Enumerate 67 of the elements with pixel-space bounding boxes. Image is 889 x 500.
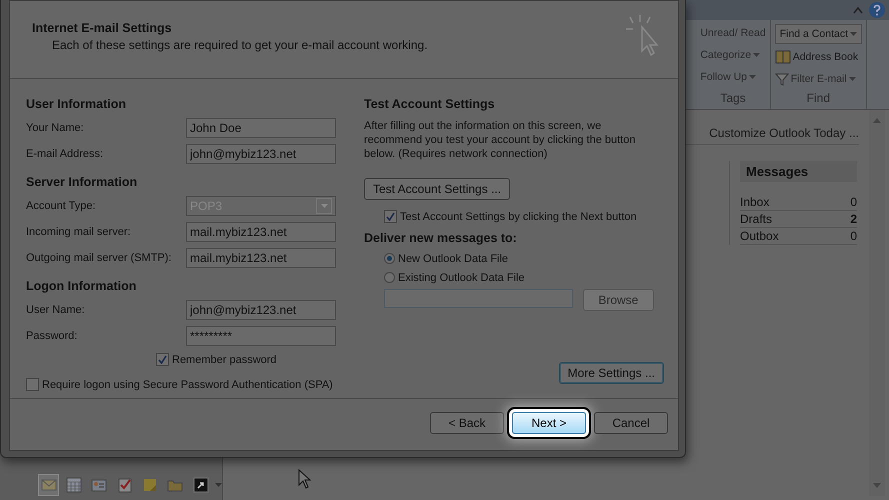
cursor-click-icon: [626, 15, 660, 57]
panel-title: Messages: [740, 161, 857, 182]
dropdown-arrow-icon: [753, 53, 760, 57]
folder-name[interactable]: Drafts: [740, 212, 772, 226]
group-label: Find: [806, 90, 832, 107]
dialog-button[interactable]: Cancel: [594, 412, 668, 434]
input-field[interactable]: John Doe: [186, 118, 336, 138]
checkbox-label[interactable]: Test Account Settings by clicking the Next button: [400, 210, 637, 222]
ribbon-button[interactable]: Categorize: [700, 46, 766, 64]
dialog-title: Internet E-mail Settings: [32, 21, 173, 35]
section-heading: User Information: [26, 97, 128, 111]
radio-label[interactable]: Existing Outlook Data File: [398, 272, 525, 284]
search-field[interactable]: Find a Contact: [774, 24, 862, 44]
dropdown-arrow-icon: [850, 32, 857, 36]
dialog-button[interactable]: < Back: [430, 412, 504, 434]
field-label: Incoming mail server:: [26, 226, 132, 238]
folder-name[interactable]: Outbox: [740, 229, 779, 243]
input-field[interactable]: *********: [186, 326, 336, 346]
input-field[interactable]: mail.mybiz123.net: [186, 222, 336, 242]
field-label: User Name:: [26, 304, 86, 316]
checkbox[interactable]: [26, 378, 39, 391]
input-field[interactable]: mail.mybiz123.net: [186, 248, 336, 268]
help-icon[interactable]: [869, 2, 885, 18]
message-count: 2: [850, 212, 857, 226]
ribbon-button[interactable]: Unread/ Read: [700, 24, 766, 42]
ribbon-button[interactable]: Follow Up: [700, 68, 766, 86]
tasks-icon: [116, 476, 134, 494]
dropdown-arrow-icon: [848, 77, 856, 81]
shortcut-icon: [192, 476, 210, 494]
folder-name[interactable]: Inbox: [740, 195, 770, 209]
checkbox-label[interactable]: Require logon using Secure Password Authentication (SPA): [42, 378, 333, 390]
dropdown-arrow-icon[interactable]: [215, 483, 222, 487]
radio-button[interactable]: [384, 272, 395, 283]
test-settings-button[interactable]: Test Account Settings ...: [364, 178, 510, 200]
more-settings-button[interactable]: More Settings ...: [558, 362, 664, 384]
scrollbar[interactable]: [869, 110, 885, 496]
section-heading: Server Information: [26, 175, 138, 189]
collapse-ribbon-icon[interactable]: [853, 6, 863, 14]
field-label: Outgoing mail server (SMTP):: [26, 252, 172, 264]
message-count: 0: [850, 229, 857, 243]
field-label: Password:: [26, 330, 78, 342]
section-heading: Deliver new messages to:: [364, 231, 518, 245]
ribbon-button[interactable]: Address Book: [774, 48, 862, 66]
dialog-subtitle: Each of these settings are required to get your e-mail account working.: [51, 38, 429, 52]
field-label: Your Name:: [26, 122, 85, 134]
scroll-down-icon[interactable]: [873, 483, 881, 488]
section-heading: Logon Information: [26, 279, 138, 293]
input-field[interactable]: [384, 289, 573, 308]
scroll-up-icon[interactable]: [873, 118, 881, 123]
input-field[interactable]: john@mybiz123.net: [186, 300, 336, 320]
field-label: Account Type:: [26, 200, 97, 212]
group-label: Tags: [719, 90, 747, 107]
radio-label[interactable]: New Outlook Data File: [398, 252, 508, 264]
checkbox[interactable]: [384, 210, 397, 223]
dropdown-arrow-icon: [749, 75, 756, 79]
book-icon: [774, 50, 791, 64]
ribbon-button[interactable]: Filter E-mail: [774, 70, 862, 88]
calendar-icon: [64, 476, 83, 494]
radio-button[interactable]: [384, 253, 395, 264]
checkbox[interactable]: [156, 353, 169, 366]
section-heading: Test Account Settings: [364, 97, 496, 111]
message-count: 0: [850, 195, 857, 209]
input-field[interactable]: john@mybiz123.net: [186, 144, 336, 164]
field-label: E-mail Address:: [26, 148, 104, 160]
mouse-pointer-icon: [298, 469, 312, 489]
checkbox-label[interactable]: Remember password: [172, 354, 277, 366]
funnel-icon: [774, 72, 789, 86]
